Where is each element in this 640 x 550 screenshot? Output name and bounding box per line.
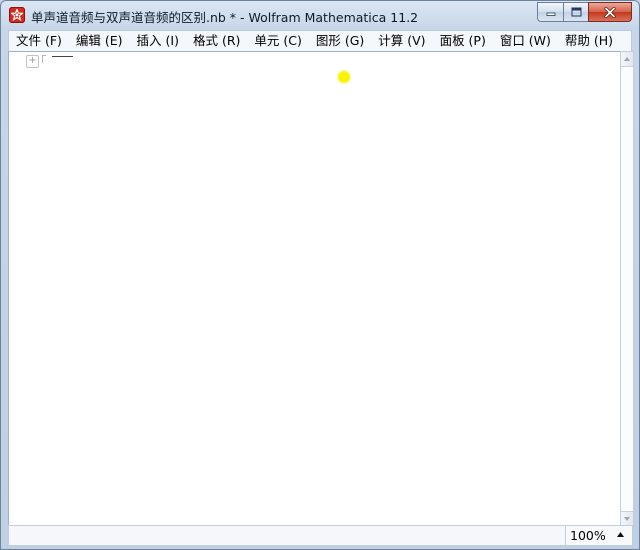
menu-help[interactable]: 帮助 (H) [558,32,620,50]
close-button[interactable] [588,2,632,22]
window-controls [537,2,632,22]
vertical-scrollbar[interactable] [620,51,634,527]
menu-evaluation[interactable]: 计算 (V) [371,32,432,50]
menu-file[interactable]: 文件 (F) [9,32,69,50]
menu-palettes[interactable]: 面板 (P) [433,32,493,50]
scroll-up-arrow-icon [624,57,630,61]
zoom-level: 100% [570,528,606,543]
cell-insertion-button[interactable]: + [26,55,39,68]
cell-insertion-point [52,56,73,57]
maximize-icon [571,7,581,17]
window-title: 单声道音频与双声道音频的区别.nb * - Wolfram Mathematic… [31,10,419,25]
scroll-down-button[interactable] [621,511,633,526]
mathematica-spikey-icon[interactable] [9,7,25,23]
title-bar[interactable]: 单声道音频与双声道音频的区别.nb * - Wolfram Mathematic… [1,1,639,29]
menu-edit[interactable]: 编辑 (E) [69,32,130,50]
minimize-button[interactable] [537,2,563,22]
close-icon [604,6,616,18]
mathematica-window: 单声道音频与双声道音频的区别.nb * - Wolfram Mathematic… [0,0,640,550]
menu-format[interactable]: 格式 (R) [186,32,247,50]
triangle-up-icon[interactable] [617,532,624,537]
scroll-up-button[interactable] [621,52,633,67]
menu-graphics[interactable]: 图形 (G) [309,32,371,50]
menu-window[interactable]: 窗口 (W) [493,32,558,50]
notebook-area[interactable]: + [8,51,620,526]
mouse-cursor-highlight [337,70,351,84]
menu-insert[interactable]: 插入 (I) [130,32,186,50]
minimize-icon [546,12,555,16]
cell-bracket[interactable] [42,55,46,63]
menu-bar: 文件 (F) 编辑 (E) 插入 (I) 格式 (R) 单元 (C) 图形 (G… [8,30,632,51]
scroll-down-arrow-icon [624,517,630,521]
status-bar: 100% [8,525,633,546]
maximize-button[interactable] [563,2,588,22]
menu-cell[interactable]: 单元 (C) [247,32,308,50]
zoom-control[interactable]: 100% [565,526,632,545]
